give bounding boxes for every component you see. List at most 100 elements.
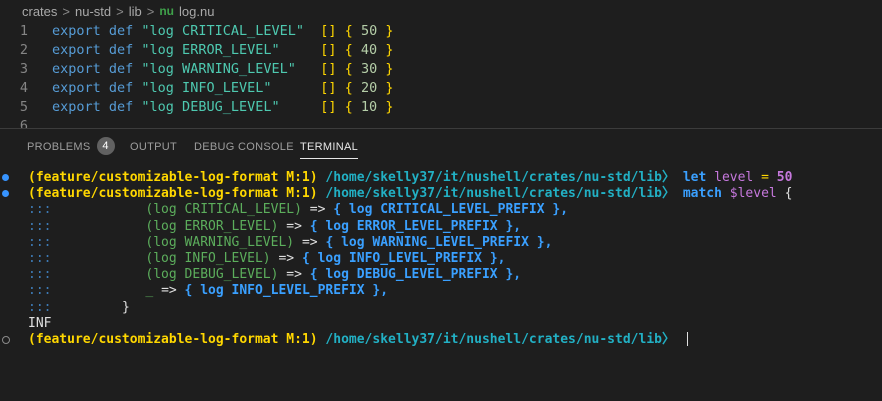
- code-brace-open: {: [344, 80, 353, 96]
- nu-file-icon: nu: [159, 4, 175, 18]
- continuation-marker: :::: [28, 218, 52, 234]
- continuation-marker: :::: [28, 299, 52, 315]
- breadcrumb: crates > nu-std > lib > nu log.nu: [0, 0, 882, 22]
- continuation-marker: :::: [28, 283, 52, 299]
- terminal[interactable]: (feature/customizable-log-format M:1) /h…: [0, 170, 882, 401]
- code-number: 50: [360, 23, 378, 39]
- code-text: export def "log WARNING_LEVEL" [] { 30 }: [52, 60, 393, 79]
- continuation-marker: :::: [28, 267, 52, 283]
- prompt-char: 〉: [661, 186, 675, 202]
- code-number: 20: [360, 80, 378, 96]
- code-string: "log INFO_LEVEL": [141, 80, 272, 96]
- breadcrumb-item-nu-std[interactable]: nu-std: [75, 4, 111, 19]
- prompt-path: /home/skelly37/it/nushell/crates/nu-std/…: [325, 170, 662, 185]
- code-brace-close: }: [385, 99, 394, 115]
- code-brace-open: {: [344, 61, 353, 77]
- chevron-right-icon: >: [146, 3, 155, 19]
- match-pattern: (log INFO_LEVEL): [145, 250, 271, 266]
- match-call: log INFO_LEVEL_PREFIX: [200, 283, 365, 299]
- problems-count-badge: 4: [96, 137, 115, 156]
- cmd-variable: level: [714, 170, 754, 185]
- breadcrumb-item-crates[interactable]: crates: [22, 4, 57, 19]
- match-pattern: _: [145, 283, 154, 299]
- terminal-line: ::: (log ERROR_LEVEL) => { log ERROR_LEV…: [0, 219, 882, 235]
- code-string: "log DEBUG_LEVEL": [141, 99, 280, 115]
- chevron-right-icon: >: [62, 3, 70, 19]
- match-open-brace: {: [184, 283, 193, 299]
- chevron-right-icon: >: [116, 3, 124, 19]
- match-close-brace: },: [489, 250, 506, 266]
- tab-debug-console-label: DEBUG CONSOLE: [194, 141, 294, 153]
- code-keyword: export def: [52, 80, 134, 96]
- code-text: export def "log ERROR_LEVEL" [] { 40 }: [52, 41, 393, 60]
- code-string: "log WARNING_LEVEL": [141, 61, 296, 77]
- code-params: []: [320, 23, 337, 39]
- match-close-brace: },: [536, 234, 553, 250]
- code-string: "log CRITICAL_LEVEL": [141, 23, 304, 39]
- match-call: log DEBUG_LEVEL_PREFIX: [325, 267, 498, 283]
- code-brace-open: {: [344, 42, 353, 58]
- command-pending-icon[interactable]: [2, 335, 10, 344]
- tab-output-label: OUTPUT: [130, 141, 178, 153]
- code-brace-close: }: [385, 42, 394, 58]
- match-open-brace: {: [309, 218, 318, 234]
- continuation-marker: :::: [28, 202, 52, 218]
- code-line: 4 export def "log INFO_LEVEL" [] { 20 }: [0, 79, 882, 98]
- code-number: 30: [360, 61, 378, 77]
- terminal-line: ::: (log INFO_LEVEL) => { log INFO_LEVEL…: [0, 251, 882, 267]
- match-arrow: =>: [161, 283, 177, 299]
- match-open-brace: {: [325, 234, 334, 250]
- prompt-char: 〉: [661, 170, 675, 185]
- code-brace-open: {: [344, 23, 353, 39]
- command-success-icon[interactable]: [2, 190, 9, 198]
- code-line: 6: [0, 117, 882, 128]
- terminal-line: (feature/customizable-log-format M:1) /h…: [0, 186, 882, 202]
- code-string: "log ERROR_LEVEL": [141, 42, 280, 58]
- prompt-char: 〉: [661, 331, 675, 347]
- match-arrow: =>: [286, 267, 302, 283]
- terminal-line: ::: (log WARNING_LEVEL) => { log WARNING…: [0, 235, 882, 251]
- tab-problems-label: PROBLEMS: [27, 141, 91, 153]
- tab-debug-console[interactable]: DEBUG CONSOLE: [194, 129, 294, 165]
- code-number: 40: [360, 42, 378, 58]
- match-close-brace: },: [372, 283, 389, 299]
- command-success-icon[interactable]: [2, 174, 9, 181]
- terminal-line: ::: (log DEBUG_LEVEL) => { log DEBUG_LEV…: [0, 267, 882, 283]
- code-params: []: [320, 99, 337, 115]
- line-number: 3: [19, 61, 28, 77]
- tab-terminal-label: TERMINAL: [300, 141, 359, 153]
- line-number: 6: [19, 118, 28, 128]
- terminal-line: (feature/customizable-log-format M:1) /h…: [0, 332, 882, 348]
- match-pattern: (log ERROR_LEVEL): [145, 218, 279, 234]
- match-arrow: =>: [278, 250, 295, 266]
- match-open-brace: {: [301, 250, 310, 266]
- terminal-line: (feature/customizable-log-format M:1) /h…: [0, 170, 882, 186]
- code-params: []: [320, 61, 337, 77]
- breadcrumb-item-lib[interactable]: lib: [129, 4, 142, 19]
- prompt-branch: (feature/customizable-log-format M:1): [28, 331, 318, 347]
- cmd-keyword: match: [682, 186, 722, 202]
- match-arrow: =>: [301, 234, 318, 250]
- line-number: 4: [19, 80, 28, 96]
- match-pattern: (log WARNING_LEVEL): [145, 234, 295, 250]
- match-pattern: (log CRITICAL_LEVEL): [145, 202, 302, 218]
- line-number: 5: [19, 99, 28, 115]
- code-keyword: export def: [52, 99, 134, 115]
- match-open-brace: {: [333, 202, 342, 218]
- code-editor[interactable]: 1 export def "log CRITICAL_LEVEL" [] { 50…: [0, 22, 882, 128]
- continuation-marker: :::: [28, 234, 52, 250]
- code-line: 2 export def "log ERROR_LEVEL" [] { 40 }: [0, 41, 882, 60]
- tab-problems[interactable]: PROBLEMS 4: [27, 129, 115, 165]
- breadcrumb-item-file[interactable]: log.nu: [179, 4, 214, 19]
- tab-output[interactable]: OUTPUT: [130, 129, 177, 165]
- prompt-branch: (feature/customizable-log-format M:1): [28, 186, 318, 202]
- cmd-keyword: let: [682, 170, 707, 185]
- line-number: 1: [19, 23, 28, 39]
- terminal-output: INF: [0, 316, 882, 332]
- tab-terminal[interactable]: TERMINAL: [300, 129, 359, 165]
- match-call: log ERROR_LEVEL_PREFIX: [325, 218, 498, 234]
- code-keyword: export def: [52, 42, 134, 58]
- match-arrow: =>: [286, 218, 302, 234]
- line-number: 2: [19, 42, 28, 58]
- code-line: 3 export def "log WARNING_LEVEL" [] { 30 …: [0, 60, 882, 79]
